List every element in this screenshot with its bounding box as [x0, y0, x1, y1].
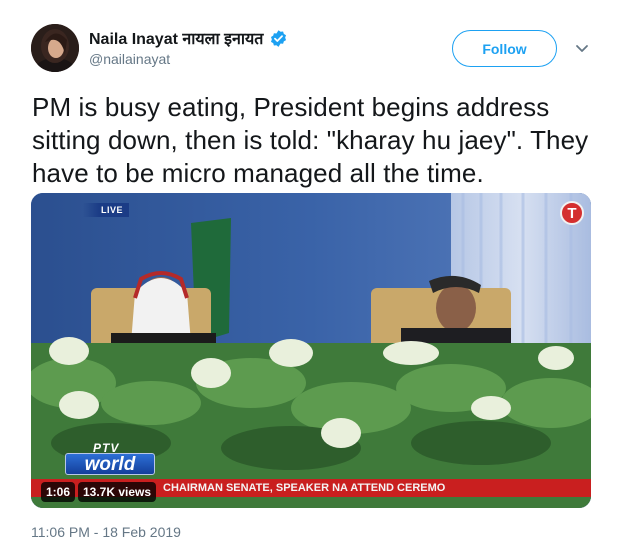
- verified-badge-icon: [269, 29, 288, 48]
- live-tag: LIVE: [83, 203, 130, 217]
- chevron-down-icon[interactable]: [574, 40, 590, 56]
- tweet-card: Naila Inayat नायला इनायत @nailainayat Fo…: [0, 0, 627, 553]
- avatar-image: [31, 24, 79, 72]
- follow-button[interactable]: Follow: [452, 30, 557, 67]
- video-views-badge: 13.7K views: [78, 482, 157, 502]
- tweet-timestamp[interactable]: 11:06 PM - 18 Feb 2019: [31, 524, 181, 540]
- tweet-text: PM is busy eating, President begins addr…: [32, 92, 589, 188]
- avatar[interactable]: [31, 24, 79, 72]
- ptv-world-logo: PTV world: [65, 441, 155, 477]
- author-handle[interactable]: @nailainayat: [89, 51, 170, 67]
- author-name-row: Naila Inayat नायला इनायत: [89, 27, 288, 49]
- video-player[interactable]: LIVE T PTV world CHAIRMAN SENATE, SPEAKE…: [31, 193, 591, 508]
- author-display-name[interactable]: Naila Inayat नायला इनायत: [89, 27, 263, 49]
- video-duration-badge: 1:06: [41, 482, 76, 502]
- world-label: world: [65, 453, 155, 475]
- news-ticker: CHAIRMAN SENATE, SPEAKER NA ATTEND CEREM…: [155, 479, 591, 497]
- channel-badge: T: [560, 201, 584, 225]
